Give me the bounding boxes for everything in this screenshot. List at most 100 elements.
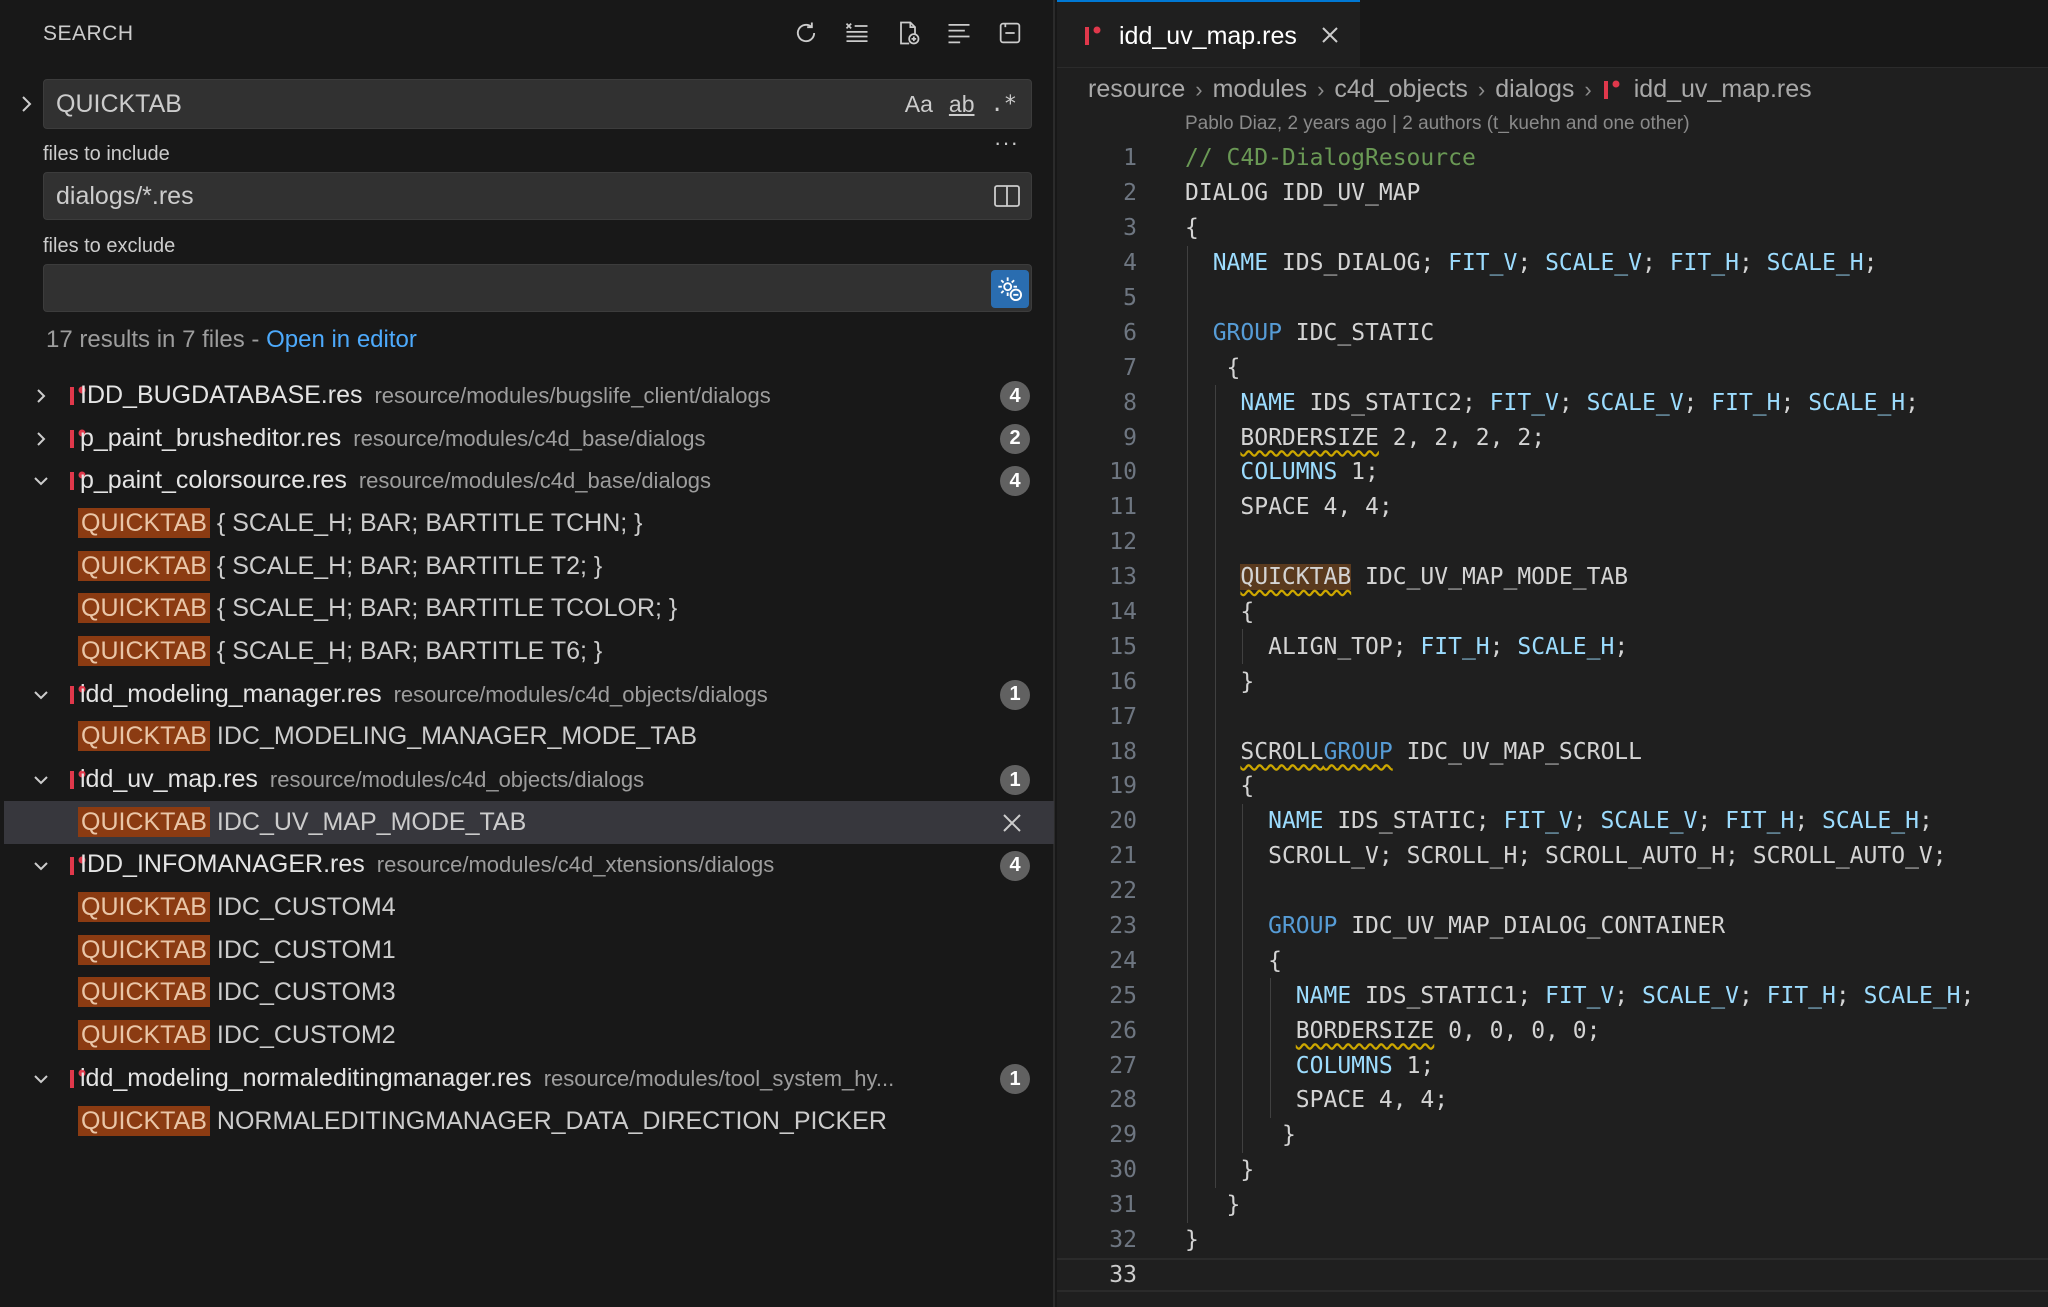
search-input[interactable]: QUICKTAB Aa ab .* (43, 79, 1032, 129)
code-line[interactable]: 9 BORDERSIZE 2, 2, 2, 2; (1057, 420, 2048, 456)
code-line[interactable]: 1 // C4D-DialogResource (1057, 141, 2048, 176)
breadcrumb-item[interactable]: idd_uv_map.res (1634, 75, 1812, 104)
code-line[interactable]: 23 GROUP IDC_UV_MAP_DIALOG_CONTAINER (1057, 908, 2048, 944)
result-file-row[interactable]: p_paint_colorsource.res resource/modules/… (4, 459, 1054, 502)
line-number: 17 (1109, 703, 1137, 730)
code-line[interactable]: 18 SCROLLGROUP IDC_UV_MAP_SCROLL (1057, 734, 2048, 770)
chevron-right-icon[interactable] (30, 428, 52, 450)
chevron-down-icon[interactable] (30, 470, 52, 492)
chevron-right-icon[interactable] (30, 385, 52, 407)
code-line[interactable]: 16 } (1057, 664, 2048, 700)
chevron-down-icon[interactable] (30, 855, 52, 877)
result-file-row[interactable]: p_paint_brusheditor.res resource/modules/… (4, 417, 1054, 460)
refresh-button[interactable] (789, 16, 823, 50)
code-line[interactable]: 31 } (1057, 1187, 2048, 1223)
code-text: IDS_STATIC; (1323, 808, 1504, 835)
files-to-include-input[interactable]: dialogs/*.res (43, 172, 1032, 220)
code-constant: SCALE_V (1545, 250, 1642, 277)
code-line[interactable]: 3{ (1057, 211, 2048, 246)
toggle-replace-chevron-icon[interactable] (14, 92, 38, 116)
line-number: 6 (1123, 319, 1137, 346)
code-line[interactable]: 4 NAME IDS_DIALOG; FIT_V; SCALE_V; FIT_H… (1057, 245, 2048, 281)
chevron-down-icon[interactable] (30, 684, 52, 706)
result-match-row[interactable]: QUICKTAB { SCALE_H; BAR; BARTITLE TCHN; … (4, 502, 1054, 545)
code-line[interactable]: 29 } (1057, 1117, 2048, 1153)
code-constant: SCALE_H (1766, 250, 1864, 277)
result-file-row[interactable]: idd_modeling_normaleditingmanager.res res… (4, 1057, 1054, 1100)
open-editors-only-icon[interactable] (993, 183, 1021, 209)
result-match-row[interactable]: QUICKTAB IDC_MODELING_MANAGER_MODE_TAB (4, 716, 1054, 759)
code-line[interactable]: 2 DIALOG IDD_UV_MAP (1057, 176, 2048, 211)
breadcrumb-item[interactable]: dialogs (1495, 75, 1574, 104)
code-line[interactable]: 6 GROUP IDC_STATIC (1057, 315, 2048, 351)
breadcrumb-item[interactable]: resource (1088, 75, 1185, 104)
code-line[interactable]: 8 NAME IDS_STATIC2; FIT_V; SCALE_V; FIT_… (1057, 385, 2048, 421)
code-line[interactable]: 33 (1057, 1257, 2048, 1293)
result-match-row[interactable]: QUICKTAB NORMALEDITINGMANAGER_DATA_DIREC… (4, 1100, 1054, 1143)
result-file-row[interactable]: idd_uv_map.res resource/modules/c4d_objec… (4, 758, 1054, 801)
use-exclude-settings-button[interactable] (991, 270, 1029, 308)
line-number: 13 (1109, 564, 1137, 591)
code-line[interactable]: 22 (1057, 873, 2048, 909)
code-line[interactable]: 11 SPACE 4, 4; (1057, 489, 2048, 525)
code-line[interactable]: 20 NAME IDS_STATIC; FIT_V; SCALE_V; FIT_… (1057, 803, 2048, 839)
files-to-exclude-input[interactable] (43, 264, 1032, 312)
view-as-tree-button[interactable] (942, 16, 976, 50)
match-case-toggle[interactable]: Aa (905, 91, 933, 118)
code-text: SCROLL_V; SCROLL_H; SCROLL_AUTO_H; SCROL… (1268, 843, 1947, 870)
code-text: ; (1558, 389, 1587, 416)
code-editor[interactable]: 1 // C4D-DialogResource 2 DIALOG IDD_UV_MAP… (1057, 141, 2048, 1293)
code-constant: SCALE_H (1822, 808, 1919, 835)
close-icon[interactable] (1319, 24, 1341, 46)
match-text: QUICKTAB IDC_CUSTOM1 (78, 934, 396, 965)
breadcrumb-item[interactable]: c4d_objects (1334, 75, 1467, 104)
code-line[interactable]: 28 SPACE 4, 4; (1057, 1083, 2048, 1118)
code-text: IDC_STATIC (1281, 319, 1435, 346)
result-match-row[interactable]: QUICKTAB IDC_CUSTOM2 (4, 1014, 1054, 1057)
code-line[interactable]: 30 } (1057, 1152, 2048, 1188)
code-line[interactable]: 7 { (1057, 350, 2048, 386)
toggle-details-button[interactable]: ··· (994, 130, 1019, 156)
new-search-editor-button[interactable] (891, 16, 925, 50)
chevron-down-icon[interactable] (30, 1068, 52, 1090)
result-match-row[interactable]: QUICKTAB { SCALE_H; BAR; BARTITLE T6; } (4, 630, 1054, 673)
result-file-label: idd_uv_map.res resource/modules/c4d_objec… (80, 765, 964, 794)
result-match-row[interactable]: QUICKTAB { SCALE_H; BAR; BARTITLE TCOLOR… (4, 587, 1054, 630)
result-file-row[interactable]: idd_modeling_manager.res resource/modules… (4, 673, 1054, 716)
result-file-row[interactable]: IDD_BUGDATABASE.res resource/modules/bugs… (4, 374, 1054, 417)
code-line[interactable]: 21 SCROLL_V; SCROLL_H; SCROLL_AUTO_H; SC… (1057, 838, 2048, 874)
result-match-row[interactable]: QUICKTAB { SCALE_H; BAR; BARTITLE T2; } (4, 545, 1054, 588)
result-match-row[interactable]: QUICKTAB IDC_UV_MAP_MODE_TAB (4, 800, 1054, 844)
clear-all-icon (845, 23, 868, 43)
editor-group: idd_uv_map.res resource › modules › c4d_obje… (1057, 0, 2048, 1307)
code-line[interactable]: 19 { (1057, 769, 2048, 804)
chevron-down-icon[interactable] (30, 769, 52, 791)
code-line[interactable]: 5 (1057, 280, 2048, 316)
clear-results-button[interactable] (840, 16, 874, 50)
open-in-editor-link[interactable]: Open in editor (266, 326, 417, 353)
code-line[interactable]: 12 (1057, 524, 2048, 560)
code-line[interactable]: 17 (1057, 699, 2048, 735)
result-match-row[interactable]: QUICKTAB IDC_CUSTOM4 (4, 886, 1054, 929)
regex-toggle[interactable]: .* (991, 92, 1018, 117)
code-line[interactable]: 24 { (1057, 943, 2048, 979)
match-context: IDC_UV_MAP_MODE_TAB (209, 807, 527, 836)
code-line[interactable]: 32} (1057, 1223, 2048, 1258)
code-line[interactable]: 15 ALIGN_TOP; FIT_H; SCALE_H; (1057, 629, 2048, 665)
code-line[interactable]: 26 BORDERSIZE 0, 0, 0, 0; (1057, 1013, 2048, 1049)
match-whole-word-toggle[interactable]: ab (949, 91, 975, 118)
code-line[interactable]: 27 COLUMNS 1; (1057, 1048, 2048, 1084)
result-match-row[interactable]: QUICKTAB IDC_CUSTOM1 (4, 929, 1054, 972)
code-line[interactable]: 13 QUICKTAB IDC_UV_MAP_MODE_TAB (1057, 559, 2048, 595)
code-line[interactable]: 25 NAME IDS_STATIC1; FIT_V; SCALE_V; FIT… (1057, 978, 2048, 1014)
result-file-row[interactable]: IDD_INFOMANAGER.res resource/modules/c4d_… (4, 844, 1054, 887)
code-text-container: NAME IDS_DIALOG; FIT_V; SCALE_V; FIT_H; … (1185, 250, 1878, 277)
editor-tab-active[interactable]: idd_uv_map.res (1057, 0, 1360, 67)
code-line[interactable]: 10 COLUMNS 1; (1057, 455, 2048, 490)
code-line[interactable]: 14 { (1057, 594, 2048, 630)
result-match-row[interactable]: QUICKTAB IDC_CUSTOM3 (4, 972, 1054, 1015)
breadcrumb-item[interactable]: modules (1213, 75, 1308, 104)
collapse-all-button[interactable] (993, 16, 1027, 50)
dismiss-result-icon[interactable] (1000, 811, 1024, 835)
git-blame-codelens[interactable]: Pablo Diaz, 2 years ago | 2 authors (t_k… (1185, 113, 1690, 135)
